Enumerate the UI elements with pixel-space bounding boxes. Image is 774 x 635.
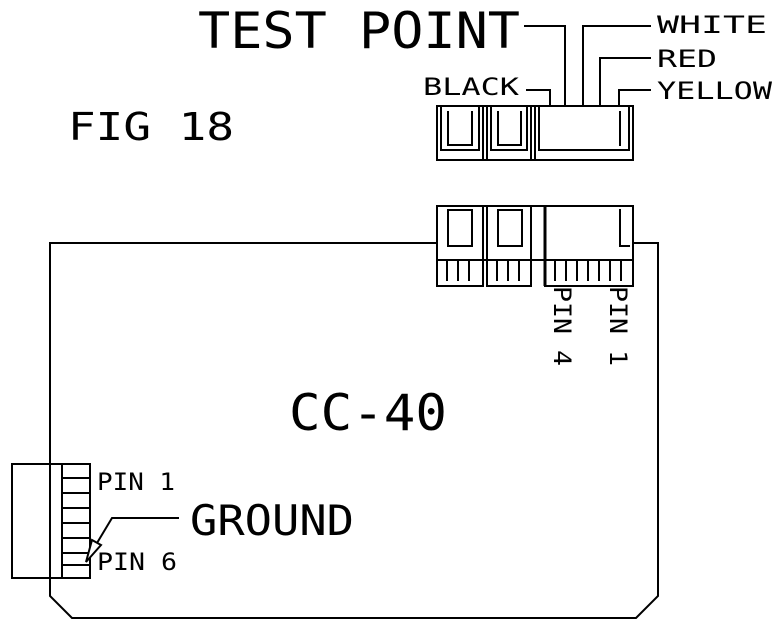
red-wire-label: RED: [657, 45, 717, 73]
yellow-wire-label: YELLOW: [657, 77, 773, 105]
board-header-top: [436, 205, 634, 287]
left-pin1-label: PIN 1: [97, 468, 175, 496]
test-point-label: TEST POINT: [198, 2, 520, 60]
leader-lines: [524, 25, 651, 105]
black-wire-label: BLACK: [423, 73, 520, 101]
left-pin6-label: PIN 6: [97, 548, 177, 576]
top-pin4-label: PIN 4: [548, 286, 576, 366]
top-pin1-label: PIN 1: [604, 286, 632, 366]
white-wire-label: WHITE: [657, 11, 767, 39]
board-label: CC-40: [289, 384, 447, 442]
figure-label: FIG 18: [68, 105, 234, 149]
wiring-diagram: FIG 18 TEST POINT WHITE RED YELLOW BLACK: [11, 2, 773, 619]
wire-plug: [436, 105, 634, 161]
ground-label: GROUND: [190, 496, 354, 545]
